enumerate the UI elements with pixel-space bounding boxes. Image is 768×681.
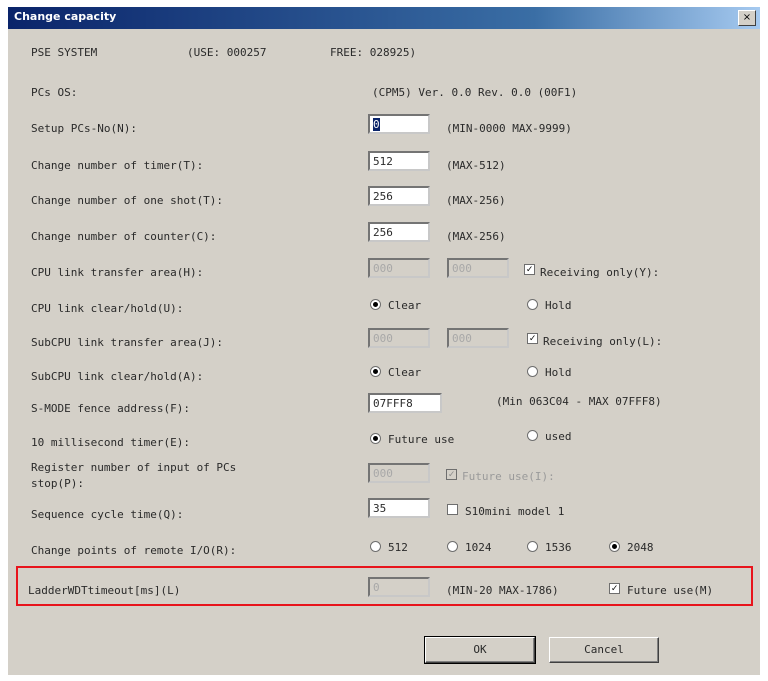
cpu-link-clear-label: CPU link clear/hold(U): <box>31 302 184 315</box>
setup-pcs-no-input[interactable]: 0 <box>368 114 430 134</box>
ladder-future-use-label: Future use(M) <box>627 584 714 597</box>
used-radio[interactable] <box>527 430 538 441</box>
remote-io-512-label: 512 <box>388 541 408 554</box>
register-input-label-1: Register number of input of PCs <box>31 461 237 474</box>
smode-fence-label: S-MODE fence address(F): <box>31 402 190 415</box>
subcpu-link-clear-label: SubCPU link clear/hold(A): <box>31 370 204 383</box>
s10mini-checkbox[interactable] <box>447 504 458 515</box>
ms-timer-label: 10 millisecond timer(E): <box>31 436 190 449</box>
cpu-clear-label: Clear <box>388 299 422 312</box>
one-shot-range: (MAX-256) <box>446 194 506 207</box>
window-title: Change capacity <box>14 10 117 23</box>
ok-button[interactable]: OK <box>424 636 536 664</box>
subcpu-hold-radio[interactable] <box>527 366 538 377</box>
remote-io-2048-label: 2048 <box>627 541 654 554</box>
sequence-cycle-input[interactable]: 35 <box>368 498 430 518</box>
cpu-link-transfer-label: CPU link transfer area(H): <box>31 266 204 279</box>
one-shot-label: Change number of one shot(T): <box>31 194 224 207</box>
remote-io-1024-label: 1024 <box>465 541 492 554</box>
ladder-wdt-input[interactable]: 0 <box>368 577 430 597</box>
cpu-clear-radio[interactable] <box>370 299 381 310</box>
s10mini-label: S10mini model 1 <box>465 505 565 518</box>
subcpu-link-transfer-input-1[interactable]: 000 <box>368 328 430 348</box>
cancel-button[interactable]: Cancel <box>549 637 659 663</box>
remote-io-1536-radio[interactable] <box>527 541 538 552</box>
remote-io-1536-label: 1536 <box>545 541 572 554</box>
smode-fence-range: (Min 063C04 - MAX 07FFF8) <box>496 395 662 408</box>
cpu-receiving-only-checkbox[interactable]: ✓ <box>524 264 535 275</box>
subcpu-receiving-only-label: Receiving only(L): <box>543 335 663 348</box>
register-future-use-checkbox[interactable]: ✓ <box>446 469 457 480</box>
register-future-use-label: Future use(I): <box>462 470 555 483</box>
ladder-wdt-range: (MIN-20 MAX-1786) <box>446 584 559 597</box>
cpu-link-transfer-input-2[interactable]: 000 <box>447 258 509 278</box>
cpu-receiving-only-label: Receiving only(Y): <box>540 266 660 279</box>
remote-io-512-radio[interactable] <box>370 541 381 552</box>
ladder-wdt-label: LadderWDTtimeout[ms](L) <box>28 584 181 597</box>
subcpu-receiving-only-checkbox[interactable]: ✓ <box>527 333 538 344</box>
pcs-os-label: PCs OS: <box>31 86 78 99</box>
timer-label: Change number of timer(T): <box>31 159 204 172</box>
cpu-link-transfer-input-1[interactable]: 000 <box>368 258 430 278</box>
ladder-future-use-checkbox[interactable]: ✓ <box>609 583 620 594</box>
one-shot-input[interactable]: 256 <box>368 186 430 206</box>
counter-label: Change number of counter(C): <box>31 230 217 243</box>
counter-range: (MAX-256) <box>446 230 506 243</box>
timer-input[interactable]: 512 <box>368 151 430 171</box>
free-count: FREE: 028925) <box>330 46 417 59</box>
future-use-radio[interactable] <box>370 433 381 444</box>
timer-range: (MAX-512) <box>446 159 506 172</box>
subcpu-link-transfer-label: SubCPU link transfer area(J): <box>31 336 224 349</box>
sequence-cycle-label: Sequence cycle time(Q): <box>31 508 184 521</box>
use-count: (USE: 000257 <box>187 46 267 59</box>
register-input-field[interactable]: 000 <box>368 463 430 483</box>
setup-pcs-no-label: Setup PCs-No(N): <box>31 122 137 135</box>
system-label: PSE SYSTEM <box>31 46 98 59</box>
cpu-hold-label: Hold <box>545 299 572 312</box>
remote-io-1024-radio[interactable] <box>447 541 458 552</box>
subcpu-clear-radio[interactable] <box>370 366 381 377</box>
subcpu-clear-label: Clear <box>388 366 422 379</box>
setup-pcs-no-value: 0 <box>373 118 380 131</box>
used-radio-label: used <box>545 430 572 443</box>
subcpu-hold-label: Hold <box>545 366 572 379</box>
remote-io-2048-radio[interactable] <box>609 541 620 552</box>
pcs-os-value: (CPM5) Ver. 0.0 Rev. 0.0 (00F1) <box>372 86 578 99</box>
smode-fence-input[interactable]: 07FFF8 <box>368 393 442 413</box>
close-button[interactable]: × <box>738 10 756 26</box>
future-use-radio-label: Future use <box>388 433 455 446</box>
setup-pcs-no-range: (MIN-0000 MAX-9999) <box>446 122 572 135</box>
cpu-hold-radio[interactable] <box>527 299 538 310</box>
title-bar[interactable]: Change capacity × <box>8 7 760 29</box>
remote-io-label: Change points of remote I/O(R): <box>31 544 237 557</box>
register-input-label-2: stop(P): <box>31 477 84 490</box>
counter-input[interactable]: 256 <box>368 222 430 242</box>
subcpu-link-transfer-input-2[interactable]: 000 <box>447 328 509 348</box>
